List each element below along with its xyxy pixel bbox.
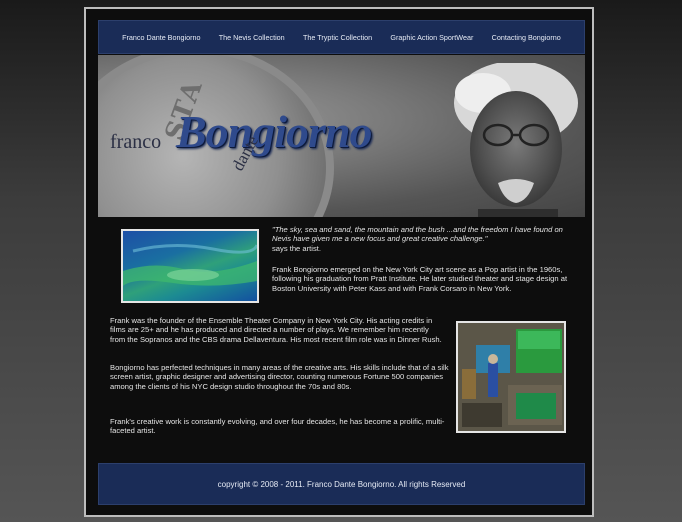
- nevis-painting-thumbnail[interactable]: [121, 229, 259, 303]
- logo-first-name: franco: [110, 131, 162, 153]
- bio-paragraph-4: Frank's creative work is constantly evol…: [110, 417, 450, 436]
- artist-quote: "The sky, sea and sand, the mountain and…: [272, 225, 563, 244]
- nav-item-franco-dante-bongiorno[interactable]: Franco Dante Bongiorno: [122, 33, 200, 42]
- copyright-text: copyright © 2008 - 2011. Franco Dante Bo…: [217, 479, 466, 489]
- bio-paragraph-4-text: Frank's creative work is constantly evol…: [110, 417, 445, 436]
- nav-item-tryptic-collection[interactable]: The Tryptic Collection: [303, 33, 372, 42]
- bio-paragraph-2-text: Frank was the founder of the Ensemble Th…: [110, 316, 442, 344]
- bio-paragraph-1: Frank Bongiorno emerged on the New York …: [272, 265, 572, 293]
- bio-paragraph-3: Bongiorno has perfected techniques in ma…: [110, 363, 450, 391]
- bio-paragraph-1-text: Frank Bongiorno emerged on the New York …: [272, 265, 568, 293]
- quote-attribution: says the artist.: [272, 243, 321, 253]
- nav-item-graphic-action-sportwear[interactable]: Graphic Action SportWear: [390, 33, 473, 42]
- logo-last-name: Bongiorno: [176, 106, 373, 157]
- bio-paragraph-3-text: Bongiorno has perfected techniques in ma…: [110, 363, 449, 391]
- artist-portrait: [454, 63, 578, 217]
- quote-block: "The sky, sea and sand, the mountain and…: [272, 225, 572, 253]
- nav-item-contacting-bongiorno[interactable]: Contacting Bongiorno: [492, 33, 561, 42]
- page-footer: copyright © 2008 - 2011. Franco Dante Bo…: [98, 463, 585, 505]
- main-nav: Franco Dante Bongiorno The Nevis Collect…: [98, 20, 585, 54]
- bio-paragraph-2: Frank was the founder of the Ensemble Th…: [110, 316, 444, 344]
- artist-studio-photo[interactable]: [456, 321, 566, 433]
- header-banner: STA franco Bongiorno dante: [98, 55, 585, 217]
- page-container: Franco Dante Bongiorno The Nevis Collect…: [84, 7, 594, 517]
- nav-item-nevis-collection[interactable]: The Nevis Collection: [219, 33, 285, 42]
